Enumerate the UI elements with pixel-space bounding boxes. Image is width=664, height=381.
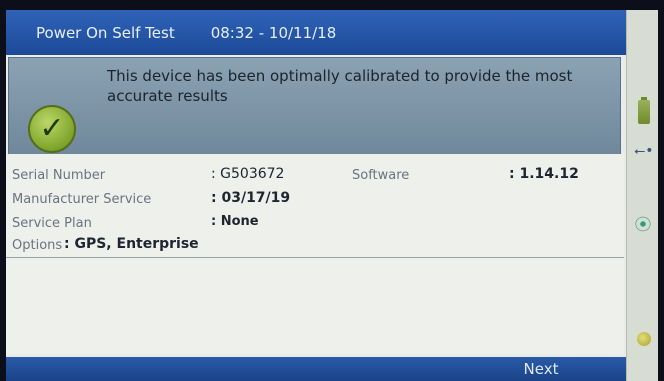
title-bar: Power On Self Test 08:32 - 10/11/18: [6, 10, 626, 55]
software-value: : 1.14.12: [509, 166, 579, 182]
datetime: 08:32 - 10/11/18: [210, 23, 337, 42]
usb-icon: ⭠•: [634, 143, 654, 159]
next-button[interactable]: Next: [506, 357, 576, 381]
serial-value: : G503672: [211, 166, 285, 182]
status-strip: ⭠• ⦿: [626, 10, 658, 381]
location-icon: [637, 332, 651, 346]
wifi-icon: ⦿: [633, 215, 653, 233]
checkmark-icon: ✓: [28, 105, 76, 153]
options-label: Options: [12, 238, 63, 253]
options-value: : GPS, Enterprise: [64, 236, 199, 252]
page-title: Power On Self Test: [36, 23, 175, 42]
software-label: Software: [352, 168, 410, 183]
service-plan-label: Service Plan: [12, 216, 92, 231]
divider: [6, 257, 624, 258]
serial-label: Serial Number: [12, 168, 106, 183]
calibration-message: This device has been optimally calibrate…: [107, 67, 573, 105]
device-screen: Power On Self Test 08:32 - 10/11/18 ⭠• ⦿…: [6, 10, 658, 381]
manufacturer-service-label: Manufacturer Service: [12, 192, 152, 207]
device-info-panel: Serial Number : G503672 Software : 1.14.…: [6, 154, 624, 354]
bottom-bar: Next: [6, 357, 626, 381]
battery-icon: [638, 97, 650, 124]
manufacturer-service-value: : 03/17/19: [211, 190, 291, 206]
service-plan-value: : None: [211, 214, 259, 229]
calibration-banner: ✓ This device has been optimally calibra…: [8, 57, 621, 155]
